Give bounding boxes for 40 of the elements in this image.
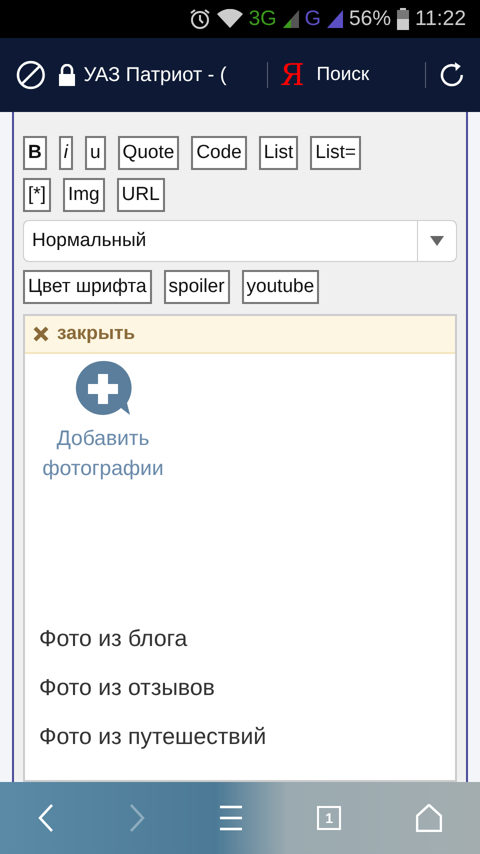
format-button[interactable]: spoiler xyxy=(164,270,230,304)
format-button[interactable]: Code xyxy=(191,136,247,170)
alarm-clock-icon xyxy=(188,8,211,30)
format-button[interactable]: Quote xyxy=(118,136,180,170)
network-type-label: G xyxy=(304,7,321,31)
back-icon[interactable] xyxy=(38,804,54,832)
format-button[interactable]: URL xyxy=(116,178,165,212)
format-button[interactable]: i xyxy=(58,136,73,170)
format-button[interactable]: youtube xyxy=(242,270,320,304)
menu-icon[interactable] xyxy=(220,805,242,831)
search-engine-logo[interactable]: Я xyxy=(280,58,304,92)
format-button[interactable]: List xyxy=(258,136,298,170)
url-field[interactable]: УАЗ Патриот - ( xyxy=(58,64,256,86)
plus-bubble-icon xyxy=(74,360,132,416)
format-button[interactable]: Img xyxy=(62,178,105,212)
dropdown-arrow-icon xyxy=(430,236,444,246)
home-icon[interactable] xyxy=(416,804,442,832)
font-size-select[interactable]: Нормальный xyxy=(23,220,457,262)
photo-source-item[interactable]: Фото из путешествий xyxy=(25,712,455,761)
battery-percent: 56% xyxy=(348,7,391,31)
ad-block-icon[interactable] xyxy=(16,60,46,90)
wifi-icon xyxy=(216,9,243,29)
close-icon xyxy=(33,326,49,342)
photo-source-item[interactable]: Фото из блога xyxy=(25,614,455,663)
clock: 11:22 xyxy=(415,7,466,31)
search-label[interactable]: Поиск xyxy=(316,64,414,86)
format-button[interactable]: [*] xyxy=(23,178,51,212)
close-button[interactable]: закрыть xyxy=(25,316,455,354)
add-photos-button[interactable]: Добавить фотографии xyxy=(33,360,173,484)
network-type-label: 3G xyxy=(248,7,277,31)
signal-icon xyxy=(326,10,343,28)
lock-icon xyxy=(58,64,76,86)
battery-icon xyxy=(397,8,409,30)
format-button[interactable]: Цвет шрифта xyxy=(23,270,152,304)
signal-icon xyxy=(282,10,299,28)
format-button[interactable]: List= xyxy=(310,136,361,170)
format-button[interactable]: B xyxy=(23,136,47,170)
photo-source-item[interactable]: Фото из отзывов xyxy=(25,663,455,712)
reload-icon[interactable] xyxy=(438,61,466,89)
format-button[interactable]: u xyxy=(84,136,106,170)
